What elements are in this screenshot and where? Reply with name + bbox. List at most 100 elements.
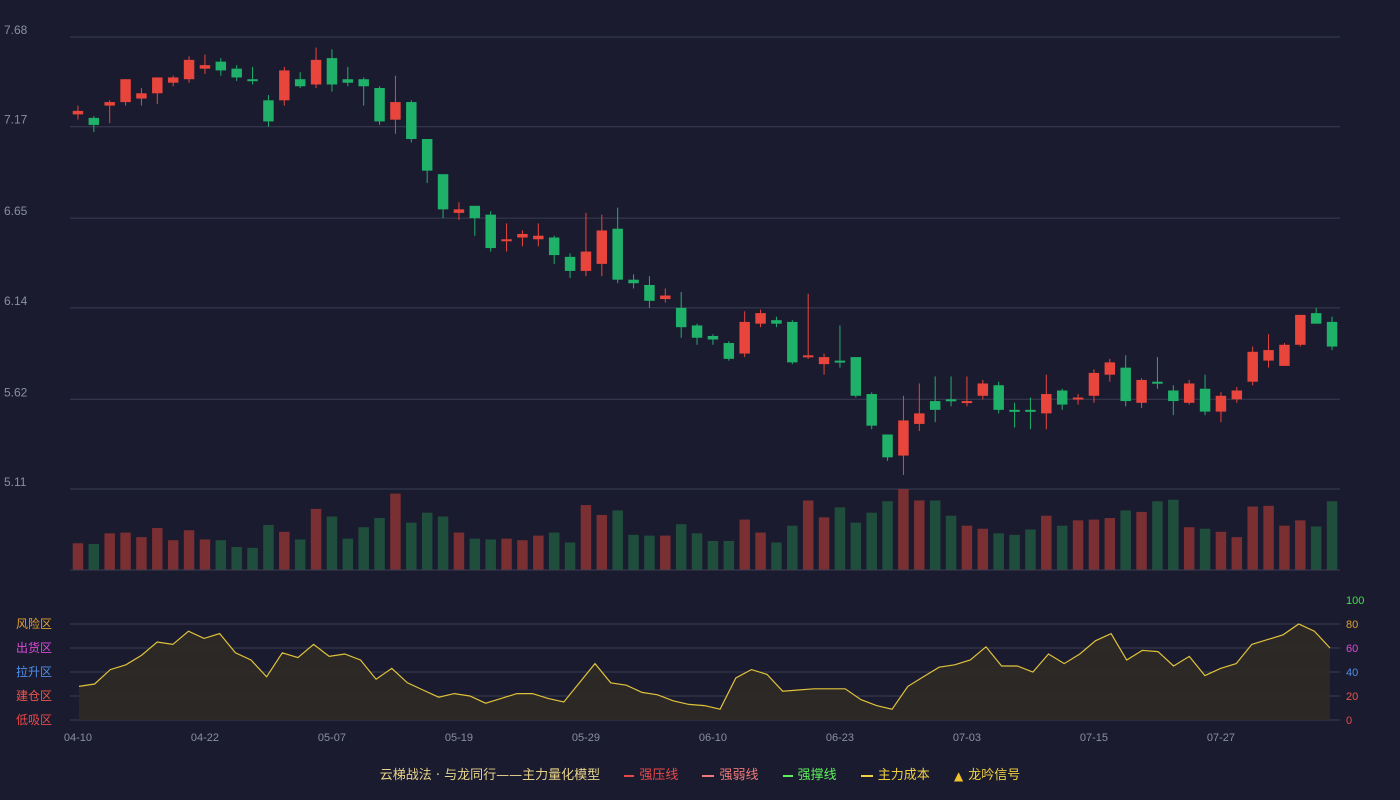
legend-item-dragon-signal[interactable]: ▲ 龙吟信号: [954, 768, 1020, 783]
candle-body: [818, 357, 830, 365]
candle-body: [644, 284, 655, 301]
volume-bar: [167, 540, 179, 570]
candle-body: [596, 230, 608, 264]
candle-body: [421, 139, 433, 171]
candle-body: [1120, 367, 1131, 402]
volume-bar: [898, 489, 909, 570]
volume-bar: [517, 540, 528, 570]
candle-body: [580, 251, 592, 271]
candle-body: [437, 174, 449, 210]
candle-body: [1136, 379, 1147, 403]
candle-body: [929, 401, 941, 410]
volume-bar: [1041, 515, 1052, 570]
volume-bar: [596, 514, 608, 570]
volume-bar: [548, 532, 560, 570]
volume-bar: [1025, 529, 1036, 570]
candle-body: [1263, 350, 1274, 361]
volume-bar: [485, 539, 496, 570]
volume-bar: [104, 533, 115, 570]
candle-body: [882, 434, 893, 458]
price-tick-label: 5.62: [4, 385, 28, 399]
candle-body: [1168, 390, 1179, 402]
volume-bar: [1215, 531, 1227, 570]
oscillator-tick-label: 100: [1346, 595, 1364, 607]
candle-body: [231, 68, 242, 78]
legend-label: 强弱线: [719, 768, 759, 783]
oscillator-tick-label: 20: [1346, 691, 1358, 703]
volume-bar: [977, 528, 989, 570]
volume-bar: [199, 539, 211, 570]
candle-body: [691, 325, 703, 338]
volume-bar: [215, 540, 227, 570]
volume-bar: [580, 505, 592, 570]
volume-bar: [326, 516, 338, 570]
legend-item-strong-pressure[interactable]: 强压线: [624, 768, 682, 783]
candle-body: [628, 279, 639, 284]
volume-bar: [564, 542, 576, 570]
volume-bar: [1009, 534, 1020, 570]
candle-body: [342, 79, 354, 83]
volume-bar: [771, 542, 782, 570]
volume-bar: [1136, 511, 1147, 570]
volume-bar: [1104, 518, 1116, 570]
candle-body: [136, 93, 147, 99]
dashed-line-icon: [702, 774, 715, 777]
volume-bar: [469, 538, 481, 570]
volume-bar: [961, 525, 973, 570]
oscillator-zone-label: 低吸区: [16, 713, 52, 727]
volume-bar: [675, 524, 687, 570]
volume-bar: [533, 535, 544, 570]
candle-body: [279, 70, 290, 101]
volume-bar: [1295, 520, 1306, 570]
date-tick-label: 06-10: [699, 732, 727, 744]
date-tick-label: 06-23: [826, 732, 854, 744]
volume-bar: [1183, 527, 1195, 570]
volume-bar: [437, 516, 449, 570]
chart-canvas: 7.68 7.17 6.65 6.14 5.62 5.11 100 80 60 40 20 0 风险区出…: [4, 23, 1364, 744]
oscillator-zone-label: 出货区: [16, 640, 52, 655]
candle-body: [1152, 381, 1163, 384]
volume-bar: [136, 537, 147, 570]
price-tick-label: 6.65: [4, 204, 28, 218]
volume-bar: [263, 524, 274, 570]
volume-bar: [850, 522, 862, 570]
candle-body: [501, 239, 512, 242]
oscillator-zone-label: 风险区: [16, 616, 52, 631]
volume-bar: [1326, 501, 1338, 570]
candle-body: [517, 233, 528, 238]
candle-body: [533, 235, 544, 240]
volume-bar: [358, 527, 369, 570]
volume-bar: [120, 532, 131, 570]
candle-body: [247, 79, 258, 82]
date-tick-label: 05-19: [445, 732, 473, 744]
legend-label: 强撑线: [797, 768, 837, 783]
volume-bar: [755, 532, 766, 570]
candle-body: [993, 385, 1004, 410]
volume-bar: [739, 519, 750, 570]
volume-bar: [294, 539, 306, 570]
volume-bar: [1199, 528, 1211, 570]
legend: 云梯战法 · 与龙同行——主力量化模型 强压线 强弱线 强撑线 主力成本 ▲ 龙吟…: [0, 764, 1400, 783]
volume-bar: [691, 533, 703, 570]
oscillator-tick-label: 0: [1346, 715, 1352, 727]
volume-bar: [660, 535, 671, 570]
candle-body: [675, 307, 687, 328]
volume-bar: [390, 493, 401, 570]
volume-bar: [644, 535, 655, 570]
legend-item-strength-line[interactable]: 强弱线: [702, 768, 762, 783]
volume-bar: [1247, 506, 1258, 570]
legend-item-main-cost[interactable]: 主力成本: [860, 768, 934, 783]
triangle-icon: ▲: [953, 768, 964, 783]
volume-bar: [453, 532, 465, 570]
candle-body: [469, 205, 481, 219]
date-tick-label: 07-03: [953, 732, 981, 744]
candle-body: [310, 59, 322, 85]
price-tick-label: 6.14: [4, 294, 28, 308]
volume-bar: [707, 540, 719, 570]
oscillator-tick-label: 40: [1346, 667, 1358, 679]
candle-body: [263, 100, 274, 122]
date-tick-label: 05-29: [572, 732, 600, 744]
volume-bar: [310, 508, 322, 570]
date-tick-label: 04-22: [191, 732, 219, 744]
legend-item-support-line[interactable]: 强撑线: [782, 768, 841, 783]
